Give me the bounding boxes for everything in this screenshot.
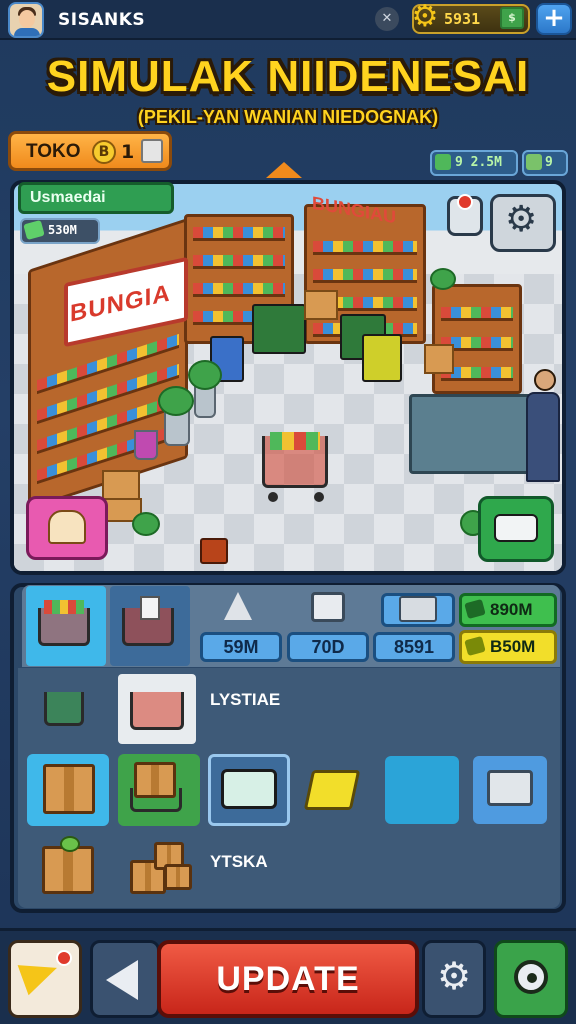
- item-box-coin[interactable]: [38, 836, 98, 898]
- gear-icon: ⚙: [436, 954, 472, 998]
- goods-icon: [526, 154, 542, 170]
- bin-yellow: [362, 334, 402, 382]
- pyramid-icon[interactable]: [224, 592, 252, 620]
- cart-wheel: [314, 492, 324, 502]
- cash-icon: $: [500, 7, 524, 29]
- item-cart-full[interactable]: [118, 674, 196, 744]
- stat-goods-value: 9: [545, 155, 553, 170]
- add-currency-button[interactable]: +: [536, 3, 572, 35]
- item-label-2: YTSKA: [210, 852, 268, 871]
- monitor-icon[interactable]: [311, 592, 345, 622]
- item-slot-machine[interactable]: [473, 756, 547, 824]
- cart-wheel: [268, 492, 278, 502]
- level-coin-icon: B: [92, 140, 116, 164]
- money-icon: [435, 154, 451, 170]
- cashier-body[interactable]: [526, 392, 560, 482]
- item-slot-box[interactable]: [27, 754, 109, 826]
- money-savings-value: B50M: [490, 637, 536, 656]
- store-tag-label: TOKO: [26, 141, 81, 162]
- money-income-value: 890M: [490, 600, 533, 619]
- item-label-1: LYSTIAE: [210, 690, 281, 709]
- shelf-right[interactable]: [432, 284, 522, 394]
- tab-cart-active[interactable]: [26, 586, 106, 666]
- item-slot-tray[interactable]: [300, 754, 366, 824]
- back-arrow-icon: [106, 960, 138, 1000]
- plant-pot-3: [134, 430, 158, 460]
- update-button-label: UPDATE: [216, 960, 360, 998]
- box-floor-1: [102, 470, 140, 500]
- bread-icon: [48, 510, 86, 544]
- machine-icon: [399, 596, 437, 622]
- cash-register-icon: [141, 139, 163, 163]
- scene-money-value: 530M: [48, 223, 77, 237]
- bin-green-1: [252, 304, 306, 354]
- truck-icon: [494, 514, 538, 542]
- box-counter: [424, 344, 454, 374]
- plant-1: [188, 360, 222, 390]
- plant-2: [158, 386, 194, 416]
- plant-3: [430, 268, 456, 290]
- plant-4: [132, 512, 160, 536]
- close-icon[interactable]: ✕: [375, 7, 399, 31]
- stat-box-1: 59M: [200, 632, 282, 662]
- item-slot-truck[interactable]: [208, 754, 290, 826]
- game-title: SIMULAK NIIDENESAI: [46, 52, 530, 101]
- item-cart-green[interactable]: [44, 682, 88, 732]
- item-slot-empty[interactable]: [385, 756, 459, 824]
- camera-icon: [514, 960, 548, 994]
- stat-box-2: 70D: [287, 632, 369, 662]
- zoom-gear-icon: ⚙: [505, 199, 538, 240]
- game-subtitle: (PEKIL-YAN WANIAN NIEDOGNAK): [137, 107, 439, 127]
- cashier-head: [534, 369, 556, 391]
- scene-label-text: Usmaedai: [30, 189, 106, 206]
- tab-cart[interactable]: [110, 586, 190, 666]
- currency-value: 5931: [444, 10, 481, 28]
- player-name: SISANKS: [58, 10, 146, 30]
- pointer-arrow-icon: [266, 162, 302, 178]
- box-stack: [304, 290, 338, 320]
- item-slot-cart-box[interactable]: [118, 754, 200, 826]
- store-level: 1: [121, 141, 135, 163]
- stat-box-3: 8591: [373, 632, 455, 662]
- item-box-stack[interactable]: [128, 840, 194, 898]
- basket[interactable]: [200, 538, 228, 564]
- checkout-counter[interactable]: [409, 394, 539, 474]
- player-avatar[interactable]: [8, 2, 44, 38]
- cart-goods: [270, 432, 320, 450]
- announce-badge-icon: [56, 950, 72, 966]
- notification-dot-icon: [457, 194, 473, 210]
- stat-income-value: 9 2.5M: [455, 155, 502, 170]
- gear-coin-icon: ⚙: [411, 0, 439, 34]
